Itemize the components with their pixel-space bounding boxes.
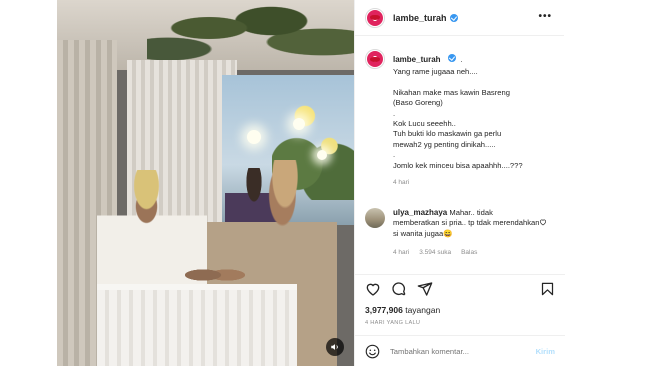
comment-input[interactable]	[390, 347, 510, 356]
share-icon[interactable]	[417, 281, 433, 302]
bookmark-icon[interactable]	[540, 281, 555, 302]
lips-logo-icon	[367, 51, 383, 67]
views-label: tayangan	[405, 305, 441, 315]
header-username[interactable]: lambe_turah	[393, 13, 447, 23]
verified-badge-icon	[449, 13, 458, 22]
comment-likes[interactable]: 3.594 suka	[419, 249, 451, 256]
avatar[interactable]	[365, 49, 385, 69]
video-scene-hands	[185, 262, 245, 288]
comments-list[interactable]: lambe_turah . Yang rame jugaaa neh.... N…	[355, 37, 565, 274]
post-header: lambe_turah •••	[355, 0, 564, 36]
caption-timestamp[interactable]: 4 hari	[393, 179, 555, 186]
video-scene-light	[293, 118, 305, 130]
comment-username[interactable]: ulya_mazhaya	[393, 208, 447, 217]
post-panel: lambe_turah ••• lambe_turah . Yang rame …	[354, 0, 565, 366]
avatar[interactable]	[365, 7, 385, 28]
volume-icon[interactable]	[326, 338, 344, 356]
caption-dot: .	[460, 55, 463, 64]
lips-logo-icon	[367, 9, 383, 26]
post-video[interactable]	[57, 0, 354, 366]
post-comment-button[interactable]: Kirim	[536, 347, 555, 356]
post-actions: 3,977,906 tayangan 4 HARI YANG LALU Kiri…	[355, 274, 565, 366]
comment-composer: Kirim	[355, 335, 565, 366]
views-number: 3,977,906	[365, 305, 403, 315]
emoji-icon[interactable]	[365, 344, 380, 359]
views-count[interactable]: 3,977,906 tayangan	[365, 305, 440, 315]
post-date[interactable]: 4 HARI YANG LALU	[365, 320, 420, 326]
comment-icon[interactable]	[391, 281, 407, 302]
reply-button[interactable]: Balas	[461, 249, 477, 256]
caption-username[interactable]: lambe_turah	[393, 55, 441, 64]
video-scene-table	[97, 290, 297, 366]
heart-icon[interactable]	[539, 213, 547, 231]
caption-text: Yang rame jugaaa neh.... Nikahan make ma…	[393, 67, 523, 170]
video-scene-light	[317, 150, 327, 160]
avatar[interactable]	[365, 208, 385, 229]
list-item: ulya_mazhaya Mahar.. tidak memberatkan s…	[365, 208, 555, 256]
heart-icon[interactable]	[365, 281, 381, 302]
comment-timestamp[interactable]: 4 hari	[393, 249, 409, 256]
more-options-icon[interactable]: •••	[538, 12, 552, 22]
video-scene-light	[247, 130, 261, 144]
verified-badge-icon	[448, 53, 457, 62]
caption: lambe_turah . Yang rame jugaaa neh.... N…	[365, 49, 555, 186]
